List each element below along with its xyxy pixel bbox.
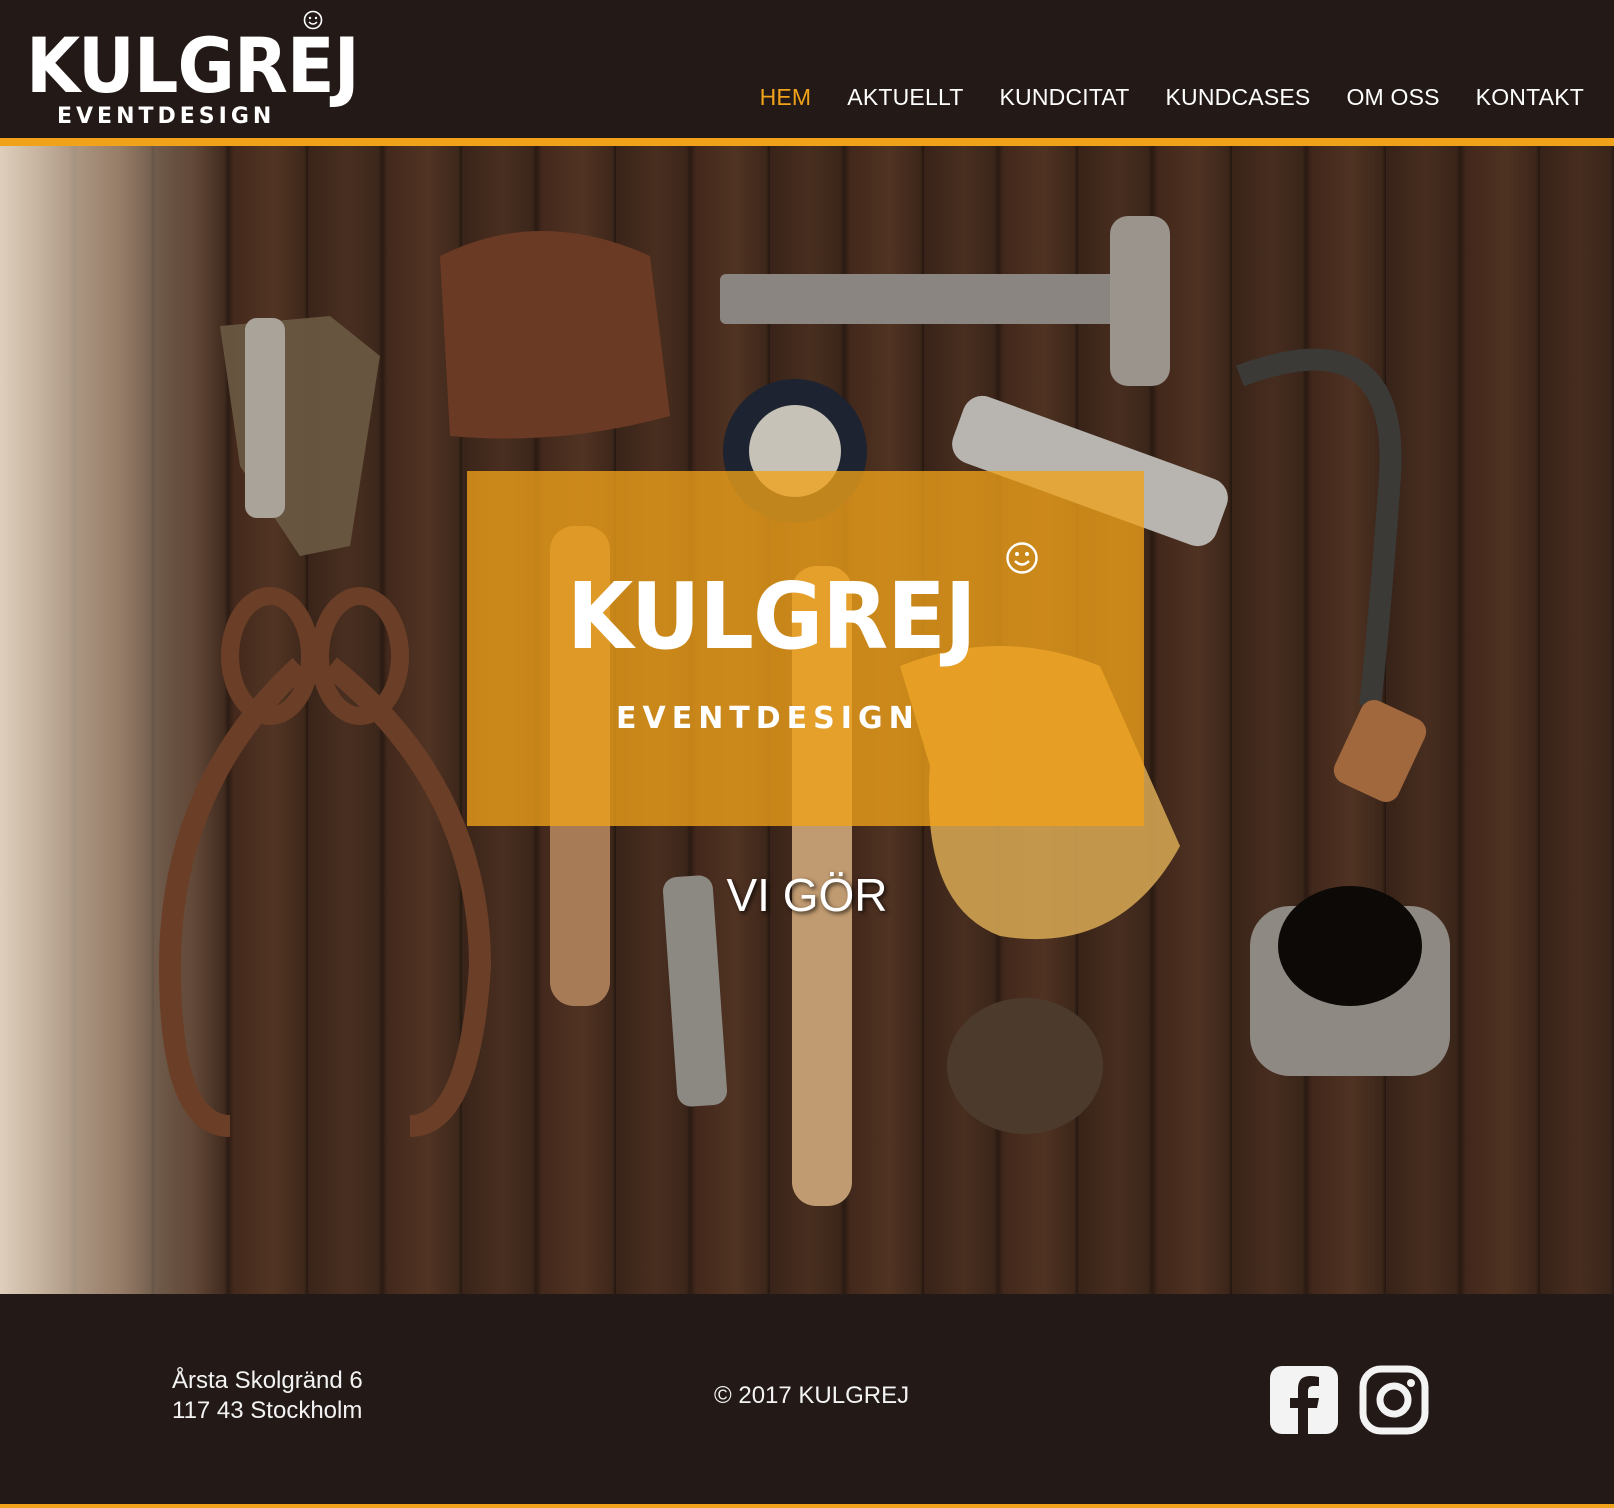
site-header: KULGREJ EVENTDESIGN HEM AKTUELLT KUNDCIT…	[0, 0, 1614, 138]
logo[interactable]: KULGREJ EVENTDESIGN	[26, 10, 360, 130]
footer-divider	[0, 1504, 1614, 1508]
nav-item-kontakt[interactable]: KONTAKT	[1476, 84, 1584, 111]
site-footer: Årsta Skolgränd 6 117 43 Stockholm © 201…	[0, 1294, 1614, 1508]
nav-item-aktuellt[interactable]: AKTUELLT	[847, 84, 963, 111]
logo-subtitle: EVENTDESIGN	[57, 104, 276, 129]
footer-address: Årsta Skolgränd 6 117 43 Stockholm	[172, 1366, 363, 1426]
nav-item-hem[interactable]: HEM	[760, 84, 812, 111]
smiley-icon	[1006, 542, 1038, 574]
header-divider	[0, 138, 1614, 146]
hero-tagline: VI GÖR	[726, 869, 888, 921]
address-line-1: Årsta Skolgränd 6	[172, 1367, 363, 1394]
nav-item-kundcitat[interactable]: KUNDCITAT	[1000, 84, 1130, 111]
nav-item-om-oss[interactable]: OM OSS	[1346, 84, 1439, 111]
main-nav: HEM AKTUELLT KUNDCITAT KUNDCASES OM OSS …	[760, 84, 1584, 111]
social-links	[1268, 1364, 1430, 1436]
hero-logo-panel: KULGREJ EVENTDESIGN	[467, 471, 1144, 826]
address-line-2: 117 43 Stockholm	[172, 1397, 363, 1424]
instagram-icon[interactable]	[1358, 1364, 1430, 1436]
facebook-icon[interactable]	[1268, 1364, 1340, 1436]
logo-wordmark: KULGREJ	[26, 21, 360, 110]
smiley-icon	[303, 10, 323, 30]
hero-logo-wordmark: KULGREJ	[567, 563, 977, 670]
nav-item-kundcases[interactable]: KUNDCASES	[1166, 84, 1311, 111]
hero-logo-subtitle: EVENTDESIGN	[616, 701, 920, 736]
hero-section: KULGREJ EVENTDESIGN VI GÖR	[0, 146, 1614, 1294]
footer-copyright: © 2017 KULGREJ	[714, 1382, 910, 1409]
